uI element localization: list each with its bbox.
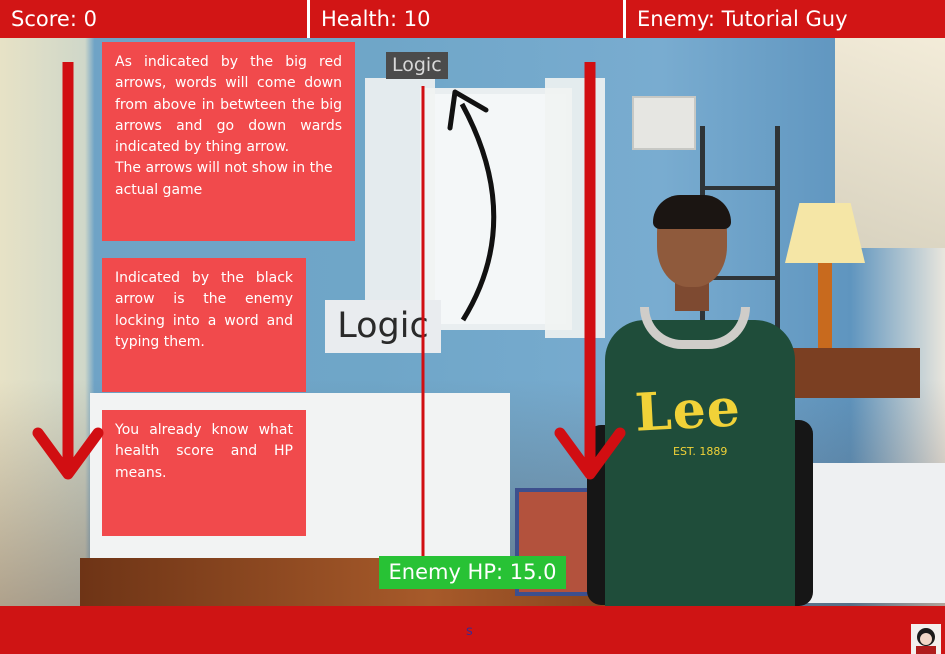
shirt-logo-sub: EST. 1889 xyxy=(673,445,728,458)
sofa xyxy=(805,463,945,603)
hud-bar: Score: 0 Health: 10 Enemy: Tutorial Guy xyxy=(0,0,945,38)
character-icon xyxy=(911,624,941,654)
tutorial-note-arrows-text: As indicated by the big red arrows, word… xyxy=(115,54,342,156)
input-bar[interactable]: s xyxy=(0,606,945,654)
tutorial-note-enemy: Indicated by the black arrow is the enem… xyxy=(102,258,306,392)
curtain xyxy=(365,78,435,338)
typed-input-text: s xyxy=(466,624,473,639)
air-conditioner xyxy=(632,96,696,150)
shirt-logo: Lee xyxy=(633,377,743,444)
enemy-character: Lee EST. 1889 xyxy=(587,195,815,606)
enemy-name-display: Enemy: Tutorial Guy xyxy=(637,7,848,31)
health-display: Health: 10 xyxy=(310,0,626,38)
hair xyxy=(653,195,731,229)
enemy-hp-display: Enemy HP: 15.0 xyxy=(379,556,566,589)
shirt xyxy=(605,320,795,606)
lamp-stand xyxy=(818,263,832,353)
falling-word: Logic xyxy=(325,300,441,353)
tutorial-note-arrows-text-2: The arrows will not show in the actual g… xyxy=(115,160,333,198)
tutorial-note-stats: You already know what health score and H… xyxy=(102,410,306,536)
tutorial-note-arrows: As indicated by the big red arrows, word… xyxy=(102,42,355,241)
enemy-target-word: Logic xyxy=(386,52,448,79)
score-display: Score: 0 xyxy=(0,0,310,38)
